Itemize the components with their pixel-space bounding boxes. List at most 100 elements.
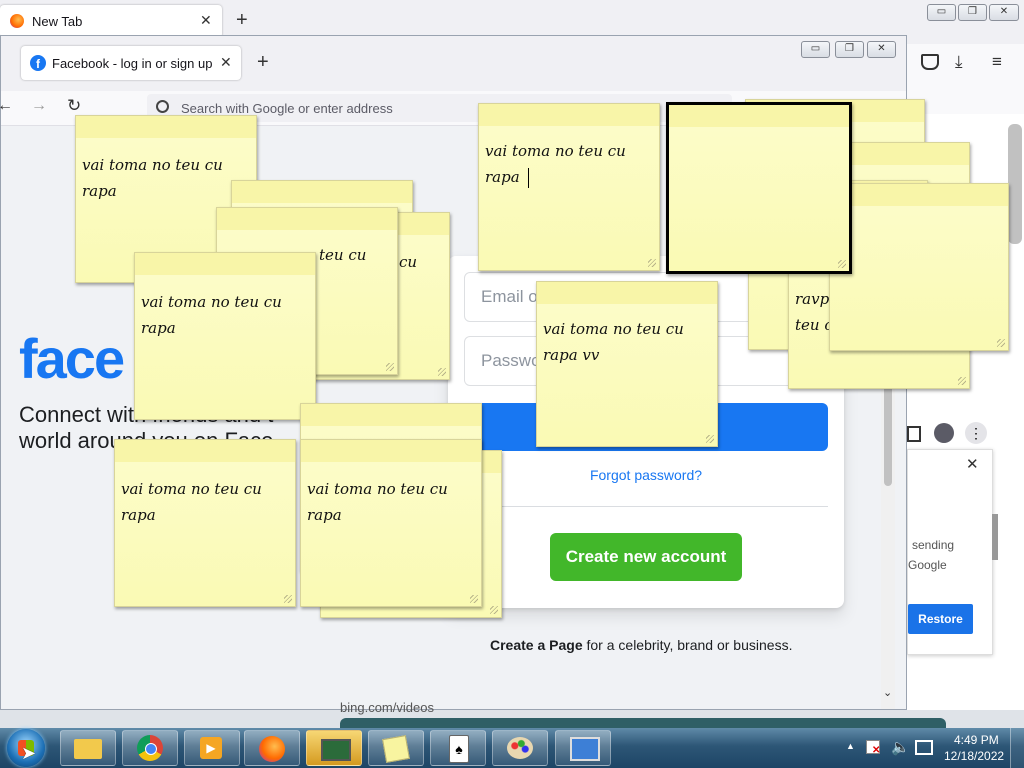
- sticky-note[interactable]: [829, 183, 1009, 351]
- solitaire-taskbar-item[interactable]: ♠: [430, 730, 486, 766]
- restore-button[interactable]: ❐: [958, 4, 987, 21]
- close-icon[interactable]: ✕: [200, 12, 212, 29]
- media-player-taskbar-item[interactable]: ▶: [184, 730, 240, 766]
- resize-grip[interactable]: [997, 339, 1005, 347]
- sticky-note-text[interactable]: cu: [399, 249, 443, 275]
- outer-tab-new-tab[interactable]: New Tab ✕: [0, 5, 222, 38]
- resize-grip[interactable]: [648, 259, 656, 267]
- panel-text-line1: sending: [912, 538, 955, 552]
- restore-button[interactable]: ❐: [835, 41, 864, 58]
- scrollbar[interactable]: [1008, 124, 1022, 244]
- monitor-icon: [321, 739, 351, 761]
- resize-grip[interactable]: [438, 368, 446, 376]
- new-tab-button[interactable]: +: [257, 51, 269, 74]
- sticky-note-text[interactable]: vai toma no teu cu rapa vv: [543, 316, 711, 368]
- facebook-favicon-icon: f: [30, 55, 46, 71]
- sticky-note[interactable]: vai toma no teu cu rapa: [478, 103, 660, 271]
- forgot-password-link[interactable]: Forgot password?: [448, 467, 844, 483]
- facebook-logo: face: [19, 327, 125, 390]
- playing-card-icon: ♠: [449, 735, 469, 763]
- background-image-strip: [340, 718, 946, 728]
- clock-time[interactable]: 4:49 PM: [954, 733, 999, 747]
- sidebar-icon[interactable]: [907, 426, 921, 442]
- resize-grip[interactable]: [706, 435, 714, 443]
- forward-arrow-icon[interactable]: →: [31, 97, 47, 115]
- show-desktop-button[interactable]: [1010, 728, 1024, 768]
- sticky-note-text[interactable]: vai toma no teu cu rapa: [485, 138, 653, 190]
- more-options-icon[interactable]: ⋮: [965, 422, 987, 444]
- sticky-note[interactable]: vai toma no teu cu rapa: [300, 439, 482, 607]
- inner-tab-strip: f Facebook - log in or sign up ✕ + ▭ ❐ ✕: [1, 36, 906, 91]
- task-manager-taskbar-item[interactable]: [306, 730, 362, 766]
- resize-grip[interactable]: [386, 363, 394, 371]
- sticky-note-text[interactable]: vai toma no teu cu rapa: [307, 476, 475, 528]
- close-icon[interactable]: ✕: [966, 455, 979, 473]
- firefox-taskbar-item[interactable]: [244, 730, 300, 766]
- network-icon[interactable]: [915, 740, 933, 755]
- remote-desktop-taskbar-item[interactable]: [555, 730, 611, 766]
- explorer-taskbar-item[interactable]: [60, 730, 116, 766]
- create-page-text: Create a Page for a celebrity, brand or …: [490, 637, 792, 653]
- firefox-icon: [10, 14, 24, 28]
- sticky-note-active[interactable]: [666, 102, 852, 274]
- create-page-rest: for a celebrity, brand or business.: [582, 637, 793, 653]
- outer-toolbar-icons: ⋮: [907, 419, 992, 449]
- resize-grip[interactable]: [284, 595, 292, 603]
- mouse-cursor-icon: ➤: [21, 743, 37, 763]
- new-tab-button[interactable]: +: [236, 9, 248, 32]
- minimize-button[interactable]: ▭: [801, 41, 830, 58]
- sticky-note-text[interactable]: vai toma no teu cu rapa: [121, 476, 289, 528]
- tray-up-arrow-icon[interactable]: ▲: [846, 741, 855, 751]
- computer-icon: [570, 737, 600, 761]
- close-icon[interactable]: ✕: [220, 54, 232, 71]
- chrome-taskbar-item[interactable]: [122, 730, 178, 766]
- search-icon: [156, 100, 169, 113]
- action-center-flag-icon[interactable]: ✕: [866, 740, 881, 756]
- sticky-note-text[interactable]: teu cu: [319, 242, 391, 268]
- resize-grip[interactable]: [838, 260, 846, 268]
- text-cursor: [528, 168, 529, 188]
- resize-grip[interactable]: [490, 606, 498, 614]
- download-icon[interactable]: ⤓: [955, 52, 963, 72]
- sticky-note-text[interactable]: vai toma no teu cu rapa: [141, 289, 309, 341]
- media-player-icon: ▶: [200, 737, 222, 759]
- url-placeholder: Search with Google or enter address: [181, 101, 393, 116]
- create-page-link[interactable]: Create a Page: [490, 637, 583, 653]
- restore-session-panel: ✕ sending Google Restore: [907, 449, 993, 655]
- tab-facebook[interactable]: f Facebook - log in or sign up ✕: [21, 46, 241, 80]
- account-icon[interactable]: [934, 423, 954, 443]
- restore-session-button[interactable]: Restore: [908, 604, 973, 634]
- menu-icon[interactable]: ≡: [992, 52, 1002, 72]
- chrome-center-icon: [145, 743, 157, 755]
- taskbar: ➤ ▶ ♠ ▲ ✕ 🔈 4:49 PM 12/18/2022: [0, 728, 1024, 768]
- create-account-button[interactable]: Create new account: [550, 533, 742, 581]
- volume-icon[interactable]: 🔈: [891, 738, 910, 756]
- back-arrow-icon[interactable]: ←: [0, 97, 13, 115]
- outer-tab-label: New Tab: [32, 14, 83, 29]
- resize-grip[interactable]: [958, 377, 966, 385]
- panel-scrollbar[interactable]: [992, 514, 998, 560]
- start-button[interactable]: ➤: [7, 729, 45, 767]
- paint-taskbar-item[interactable]: [492, 730, 548, 766]
- background-link: bing.com/videos: [340, 700, 434, 715]
- close-button[interactable]: ✕: [989, 4, 1019, 21]
- chrome-icon: [137, 735, 163, 761]
- chevron-down-icon[interactable]: ⌄: [883, 686, 892, 699]
- palette-icon: [507, 737, 533, 759]
- pocket-icon[interactable]: [921, 54, 939, 70]
- close-button[interactable]: ✕: [867, 41, 896, 58]
- background-window-strip: bing.com/videos: [0, 700, 1024, 728]
- sticky-note[interactable]: vai toma no teu cu rapa: [114, 439, 296, 607]
- sticky-note[interactable]: vai toma no teu cu rapa vv: [536, 281, 718, 447]
- panel-text-line2: Google: [908, 558, 947, 572]
- sticky-notes-taskbar-item[interactable]: [368, 730, 424, 766]
- reload-icon[interactable]: ↻: [67, 96, 81, 116]
- divider: [464, 506, 828, 507]
- firefox-icon: [259, 736, 285, 762]
- minimize-button[interactable]: ▭: [927, 4, 956, 21]
- error-x-icon: ✕: [872, 745, 881, 756]
- sticky-note[interactable]: vai toma no teu cu rapa: [134, 252, 316, 420]
- clock-date[interactable]: 12/18/2022: [944, 749, 1004, 763]
- resize-grip[interactable]: [470, 595, 478, 603]
- sticky-note-text[interactable]: vai toma no teu cu rapa: [82, 152, 250, 204]
